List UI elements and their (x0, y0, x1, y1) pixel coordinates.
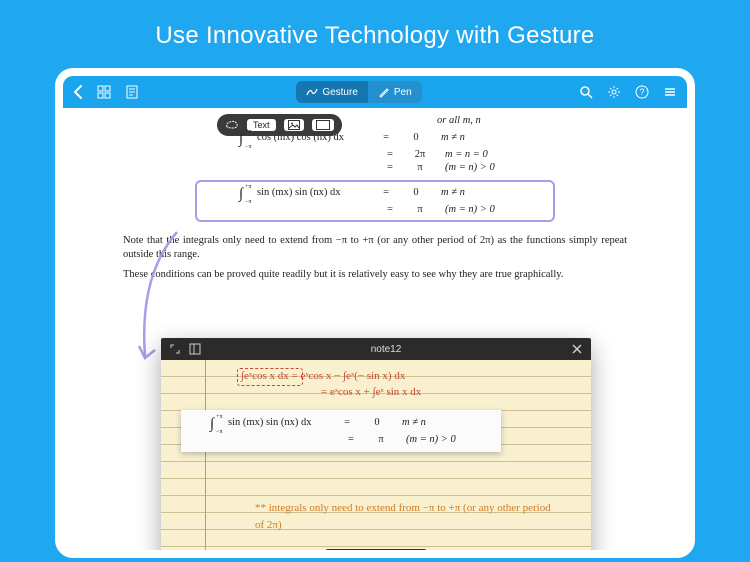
note-title: note12 (371, 344, 402, 355)
integral-symbol: ∫ (210, 416, 214, 432)
handwriting: ∫eˣcos x dx = eˣcos x − ∫eˣ(− sin x) dx (241, 370, 405, 382)
note-titlebar: note12 (161, 338, 591, 360)
menu-icon[interactable] (663, 85, 677, 99)
device-frame: Gesture Pen ? (55, 68, 695, 558)
mode-label: Gesture (322, 87, 358, 98)
math-text: = (385, 204, 395, 215)
math-text: π (409, 162, 431, 173)
floating-toolbar: Text (217, 114, 342, 136)
body-paragraph: These conditions can be proved quite rea… (63, 264, 687, 284)
card-icon (316, 120, 330, 130)
document-area[interactable]: Text ∫ cos (mx) si or all m, n ∫ +π −π (63, 108, 687, 550)
app-toolbar: Gesture Pen ? (63, 76, 687, 108)
blank-chip[interactable] (312, 119, 334, 131)
math-text: = (385, 149, 395, 160)
close-icon[interactable] (571, 343, 583, 355)
image-icon (288, 120, 300, 130)
note-layout-icon[interactable] (189, 343, 201, 355)
bound-lower: −π (216, 429, 222, 435)
mode-gesture[interactable]: Gesture (296, 81, 368, 103)
math-text: 0 (405, 187, 427, 202)
text-chip-label: Text (253, 120, 270, 130)
math-text: m ≠ n (402, 417, 472, 432)
body-paragraph: Note that the integrals only need to ext… (63, 230, 687, 264)
note-panel[interactable]: note12 ∫eˣcos x dx = eˣcos x − ∫eˣ(− sin… (161, 338, 591, 550)
svg-text:?: ? (639, 87, 644, 97)
bound-upper: +π (216, 414, 222, 420)
math-text: = (381, 132, 391, 147)
integral-symbol: ∫ (239, 186, 243, 202)
back-icon[interactable] (73, 85, 83, 99)
pen-icon (378, 86, 390, 98)
bound-upper: +π (245, 129, 251, 135)
mode-pen[interactable]: Pen (368, 81, 422, 103)
search-icon[interactable] (579, 85, 593, 99)
pasted-snippet[interactable]: ∫ +π −π sin (mx) sin (nx) dx = 0 m ≠ n = (181, 410, 501, 452)
mode-label: Pen (394, 87, 412, 98)
home-indicator (326, 549, 426, 550)
math-text: 2π (409, 149, 431, 160)
math-text: (m = n) > 0 (445, 162, 515, 173)
math-text: or all m, n (437, 115, 507, 130)
mode-switcher: Gesture Pen (296, 81, 421, 103)
math-text: (m = n) > 0 (445, 204, 515, 215)
promo-title: Use Innovative Technology with Gesture (0, 0, 750, 68)
margin-line (205, 360, 206, 550)
note-expand-icon[interactable] (169, 343, 181, 355)
lasso-icon[interactable] (225, 119, 239, 131)
bound-lower: −π (245, 199, 251, 205)
handwriting: ** integrals only need to extend from −π… (255, 500, 555, 533)
math-text: sin (mx) sin (nx) dx (257, 187, 367, 202)
math-text: 0 (405, 132, 427, 147)
math-text: m ≠ n (441, 187, 511, 202)
math-text: (m = n) > 0 (406, 434, 476, 445)
math-text: sin (mx) sin (nx) dx (228, 417, 328, 432)
notes-icon[interactable] (125, 85, 139, 99)
gesture-icon (306, 86, 318, 98)
math-text: 0 (366, 417, 388, 432)
math-text: m = n = 0 (445, 149, 515, 160)
bound-upper: +π (245, 184, 251, 190)
note-paper[interactable]: ∫eˣcos x dx = eˣcos x − ∫eˣ(− sin x) dx … (161, 360, 591, 550)
math-text: = (346, 434, 356, 445)
grid-icon[interactable] (97, 85, 111, 99)
math-equation-block: ∫ cos (mx) si or all m, n ∫ +π −π cos (m… (63, 108, 687, 176)
math-text: = (385, 162, 395, 173)
integral-symbol: ∫ (239, 131, 243, 147)
image-chip[interactable] (284, 119, 304, 131)
selection-highlight[interactable]: ∫ +π −π sin (mx) sin (nx) dx = 0 m ≠ n =… (195, 180, 555, 222)
bound-lower: −π (245, 144, 251, 150)
math-text: = (342, 417, 352, 432)
math-text: π (409, 204, 431, 215)
math-text: π (370, 434, 392, 445)
help-icon[interactable]: ? (635, 85, 649, 99)
gear-icon[interactable] (607, 85, 621, 99)
handwriting: = eˣcos x + ∫eˣ sin x dx (321, 386, 421, 398)
math-text: m ≠ n (441, 132, 511, 147)
math-text: = (381, 187, 391, 202)
